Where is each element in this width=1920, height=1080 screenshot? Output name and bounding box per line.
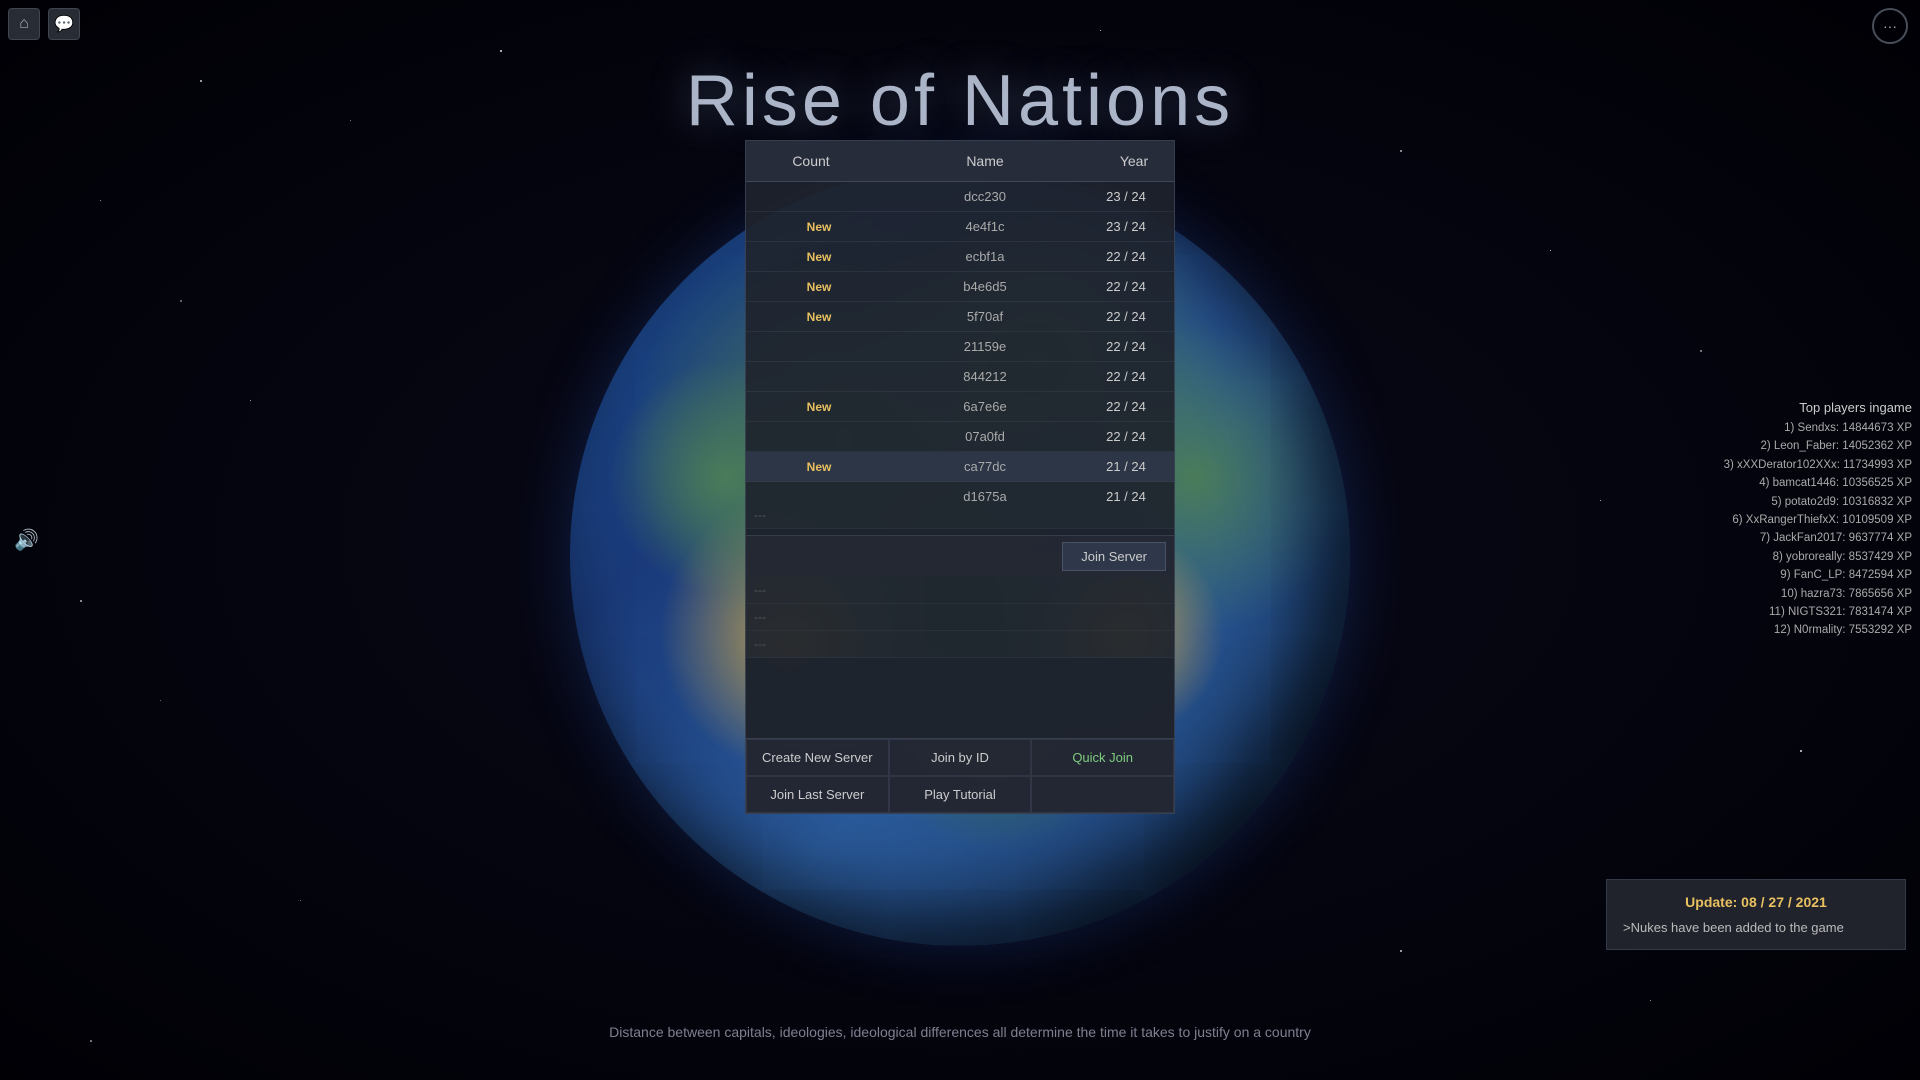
server-row[interactable]: New 4e4f1c23 / 24 — [746, 212, 1174, 242]
join-by-id-button[interactable]: Join by ID — [889, 739, 1032, 776]
top-players-panel: Top players ingame 1) Sendxs: 14844673 X… — [1610, 400, 1920, 640]
header-name: Name — [876, 141, 1094, 181]
header-year: Year — [1094, 141, 1174, 181]
quick-join-button[interactable]: Quick Join — [1031, 739, 1174, 776]
server-name: dcc230 — [884, 189, 1086, 204]
server-players: 22 / 24 — [1086, 249, 1166, 264]
update-content: >Nukes have been added to the game — [1623, 920, 1889, 935]
new-badge: New — [807, 250, 832, 264]
join-server-button[interactable]: Join Server — [1062, 542, 1166, 571]
sep-row-3: --- — [746, 604, 1174, 631]
server-players: 22 / 24 — [1086, 309, 1166, 324]
sep-row-2: --- — [746, 577, 1174, 604]
server-name: 844212 — [884, 369, 1086, 384]
top-player-row: 5) potato2d9: 10316832 XP — [1610, 493, 1912, 511]
server-name: 6a7e6e — [884, 399, 1086, 414]
top-right-menu-area: ··· — [1872, 8, 1908, 44]
top-player-row: 1) Sendxs: 14844673 XP — [1610, 419, 1912, 437]
server-name: ca77dc — [884, 459, 1086, 474]
top-players-list: 1) Sendxs: 14844673 XP2) Leon_Faber: 140… — [1610, 419, 1912, 640]
top-player-row: 8) yobroreally: 8537429 XP — [1610, 548, 1912, 566]
server-players: 22 / 24 — [1086, 339, 1166, 354]
server-players: 21 / 24 — [1086, 489, 1166, 502]
new-badge: New — [807, 280, 832, 294]
server-name: d1675a — [884, 489, 1086, 502]
server-row[interactable]: d1675a21 / 24 — [746, 482, 1174, 502]
server-name: 5f70af — [884, 309, 1086, 324]
top-player-row: 6) XxRangerThiefxX: 10109509 XP — [1610, 511, 1912, 529]
server-row[interactable]: New ca77dc21 / 24 — [746, 452, 1174, 482]
top-player-row: 12) N0rmality: 7553292 XP — [1610, 621, 1912, 639]
top-player-row: 11) NIGTS321: 7831474 XP — [1610, 603, 1912, 621]
sep-row-1: --- — [746, 502, 1174, 529]
server-row[interactable]: 07a0fd22 / 24 — [746, 422, 1174, 452]
top-players-title: Top players ingame — [1610, 400, 1912, 415]
game-title: Rise of Nations — [686, 60, 1234, 142]
server-players: 23 / 24 — [1086, 219, 1166, 234]
server-row[interactable]: New b4e6d522 / 24 — [746, 272, 1174, 302]
top-left-icons: ⌂ 💬 — [8, 8, 80, 40]
top-player-row: 2) Leon_Faber: 14052362 XP — [1610, 437, 1912, 455]
update-title: Update: 08 / 27 / 2021 — [1623, 894, 1889, 910]
sep-row-4: --- — [746, 631, 1174, 658]
server-row[interactable]: 21159e22 / 24 — [746, 332, 1174, 362]
join-last-server-button[interactable]: Join Last Server — [746, 776, 889, 813]
table-header: Count Name Year — [746, 141, 1174, 182]
create-new-server-button[interactable]: Create New Server — [746, 739, 889, 776]
sound-icon[interactable]: 🔊 — [14, 528, 39, 553]
server-row[interactable]: 84421222 / 24 — [746, 362, 1174, 392]
server-row[interactable]: New ecbf1a22 / 24 — [746, 242, 1174, 272]
server-players: 22 / 24 — [1086, 429, 1166, 444]
update-panel: Update: 08 / 27 / 2021 >Nukes have been … — [1606, 879, 1906, 950]
chat-icon[interactable]: 💬 — [48, 8, 80, 40]
bottom-info-text: Distance between capitals, ideologies, i… — [609, 1024, 1311, 1040]
server-name: b4e6d5 — [884, 279, 1086, 294]
server-name: ecbf1a — [884, 249, 1086, 264]
server-row[interactable]: New 6a7e6e22 / 24 — [746, 392, 1174, 422]
header-count: Count — [746, 141, 876, 181]
top-player-row: 3) xXXDerator102XXx: 11734993 XP — [1610, 456, 1912, 474]
server-browser-panel: Count Name Year dcc23023 / 24 New 4e4f1c23… — [745, 140, 1175, 814]
server-list[interactable]: dcc23023 / 24New4e4f1c23 / 24Newecbf1a22… — [746, 182, 1174, 502]
server-name: 4e4f1c — [884, 219, 1086, 234]
menu-dots-button[interactable]: ··· — [1872, 8, 1908, 44]
server-row[interactable]: dcc23023 / 24 — [746, 182, 1174, 212]
bottom-buttons: Create New Server Join by ID Quick Join … — [746, 738, 1174, 813]
server-row[interactable]: New 5f70af22 / 24 — [746, 302, 1174, 332]
top-player-row: 7) JackFan2017: 9637774 XP — [1610, 529, 1912, 547]
new-badge: New — [807, 400, 832, 414]
server-players: 21 / 24 — [1086, 459, 1166, 474]
join-area: Join Server — [746, 535, 1174, 577]
top-player-row: 9) FanC_LP: 8472594 XP — [1610, 566, 1912, 584]
new-badge: New — [807, 460, 832, 474]
home-icon[interactable]: ⌂ — [8, 8, 40, 40]
server-players: 22 / 24 — [1086, 399, 1166, 414]
empty-button — [1031, 776, 1174, 813]
server-name: 07a0fd — [884, 429, 1086, 444]
play-tutorial-button[interactable]: Play Tutorial — [889, 776, 1032, 813]
server-players: 22 / 24 — [1086, 369, 1166, 384]
new-badge: New — [807, 220, 832, 234]
server-players: 23 / 24 — [1086, 189, 1166, 204]
top-player-row: 4) bamcat1446: 10356525 XP — [1610, 474, 1912, 492]
new-badge: New — [807, 310, 832, 324]
server-name: 21159e — [884, 339, 1086, 354]
server-list-container: dcc23023 / 24New4e4f1c23 / 24Newecbf1a22… — [746, 182, 1174, 502]
server-players: 22 / 24 — [1086, 279, 1166, 294]
top-player-row: 10) hazra73: 7865656 XP — [1610, 585, 1912, 603]
